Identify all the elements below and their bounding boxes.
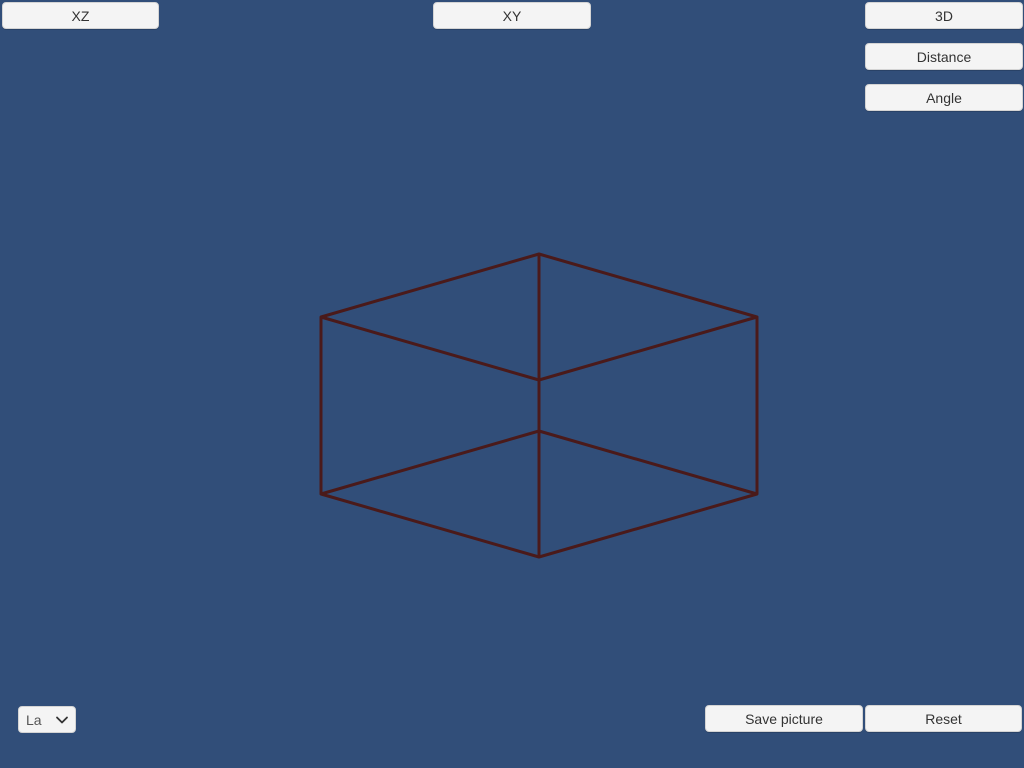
language-dropdown[interactable]: La bbox=[18, 706, 76, 733]
chevron-down-icon bbox=[56, 716, 68, 723]
box-wireframe bbox=[319, 252, 759, 559]
distance-button[interactable]: Distance bbox=[865, 43, 1023, 70]
xz-view-button[interactable]: XZ bbox=[2, 2, 159, 29]
language-dropdown-value: La bbox=[26, 711, 42, 728]
angle-button[interactable]: Angle bbox=[865, 84, 1023, 111]
app-window: XZ XY 3D Distance Angle La Save picture … bbox=[0, 0, 1024, 768]
xy-view-button[interactable]: XY bbox=[433, 2, 591, 29]
3d-viewport[interactable] bbox=[0, 0, 1024, 768]
reset-button[interactable]: Reset bbox=[865, 705, 1022, 732]
save-picture-button[interactable]: Save picture bbox=[705, 705, 863, 732]
3d-view-button[interactable]: 3D bbox=[865, 2, 1023, 29]
